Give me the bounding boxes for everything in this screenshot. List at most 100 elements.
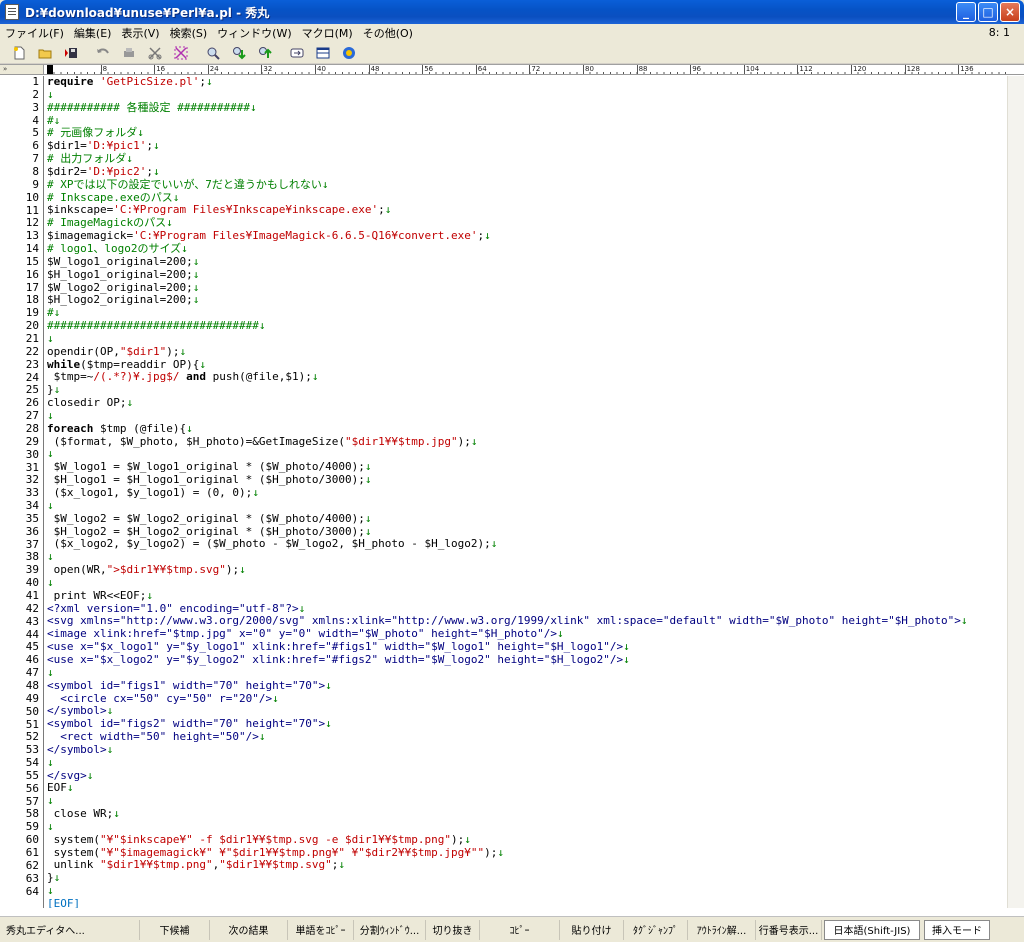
status-tag-jump[interactable]: ﾀｸﾞｼﾞｬﾝﾌﾟ: [624, 919, 688, 940]
status-app[interactable]: 秀丸エディタへ...: [0, 919, 140, 940]
code-token: system(: [47, 832, 100, 846]
find-next-button[interactable]: [254, 43, 276, 63]
code-line[interactable]: ########### 各種設定 ###########↓: [47, 101, 1004, 115]
code-line[interactable]: EOF↓: [47, 781, 1004, 795]
code-token: $inkscape=: [47, 203, 114, 217]
menu-bar: ファイル(F) 編集(E) 表示(V) 検索(S) ウィンドウ(W) マクロ(M…: [0, 24, 1024, 42]
replace-button[interactable]: [286, 43, 308, 63]
status-paste[interactable]: 貼り付け: [560, 919, 624, 940]
title-bar[interactable]: D:¥download¥unuse¥Perl¥a.pl - 秀丸 _ □ ×: [0, 0, 1024, 24]
code-line[interactable]: <rect width="50" height="50"/>↓: [47, 730, 1004, 744]
code-line[interactable]: open(WR,">$dir1¥¥$tmp.svg");↓: [47, 563, 1004, 577]
newline-mark: ↓: [186, 421, 193, 435]
code-token: ($x_logo2, $y_logo2) = ($W_photo - $W_lo…: [47, 537, 491, 551]
code-line[interactable]: }↓: [47, 383, 1004, 397]
code-token: require: [47, 76, 100, 88]
code-line[interactable]: $tmp=~/(.*?)¥.jpg$/ and push(@file,$1);↓: [47, 370, 1004, 384]
status-split-window[interactable]: 分割ｳｨﾝﾄﾞｳ...: [354, 919, 426, 940]
code-line[interactable]: </svg>↓: [47, 769, 1004, 783]
status-cut[interactable]: 切り抜き: [426, 919, 480, 940]
new-file-button[interactable]: [8, 43, 30, 63]
code-line[interactable]: #↓: [47, 114, 1004, 128]
menu-other[interactable]: その他(O): [358, 25, 418, 41]
macro-button[interactable]: [338, 43, 360, 63]
menu-search[interactable]: 検索(S): [165, 25, 213, 41]
ruler-tick: 72: [529, 65, 541, 74]
code-token: open(WR,: [47, 563, 107, 577]
document-icon[interactable]: [5, 4, 19, 20]
menu-edit[interactable]: 編集(E): [69, 25, 117, 41]
status-next-result[interactable]: 次の結果: [210, 919, 288, 940]
code-line[interactable]: ↓: [47, 884, 1004, 898]
copy-button[interactable]: [170, 43, 192, 63]
code-line[interactable]: ($format, $W_photo, $H_photo)=&GetImageS…: [47, 434, 1004, 449]
newline-mark: ↓: [47, 755, 54, 769]
open-button[interactable]: [34, 43, 56, 63]
undo-button[interactable]: [92, 43, 114, 63]
redo-button[interactable]: [118, 43, 140, 63]
minimize-button[interactable]: _: [956, 2, 976, 22]
code-token: 'GetPicSize.pl': [99, 76, 200, 88]
status-next-candidate[interactable]: 下候補: [140, 919, 210, 940]
vertical-scrollbar[interactable]: [1007, 76, 1024, 908]
status-outline[interactable]: ｱｳﾄﾗｲﾝ解...: [688, 919, 756, 940]
code-line[interactable]: </symbol>↓: [47, 743, 1004, 757]
code-line[interactable]: unlink "$dir1¥¥$tmp.png","$dir1¥¥$tmp.sv…: [47, 859, 1004, 872]
maximize-button[interactable]: □: [978, 2, 998, 22]
ruler-scale: 081624324048566472808896104112120128136: [47, 65, 1008, 74]
code-line[interactable]: # 元画像フォルダ↓: [47, 126, 1004, 140]
code-line[interactable]: $H_logo2_original=200;↓: [47, 293, 1004, 307]
menu-macro[interactable]: マクロ(M): [297, 25, 358, 41]
menu-file[interactable]: ファイル(F): [0, 25, 69, 41]
code-line[interactable]: ################################↓: [47, 319, 1004, 333]
menu-window[interactable]: ウィンドウ(W): [212, 25, 296, 41]
code-token: # 元画像フォルダ: [47, 126, 138, 140]
code-line[interactable]: require 'GetPicSize.pl';↓: [47, 76, 1004, 89]
code-line[interactable]: ↓: [47, 576, 1004, 590]
split-window-button[interactable]: [312, 43, 334, 63]
status-copy[interactable]: ｺﾋﾟｰ: [480, 919, 560, 940]
code-line[interactable]: <use x="$x_logo2" y="$y_logo2" xlink:hre…: [47, 653, 1004, 667]
code-token: "$dir1¥¥$tmp.jpg": [345, 434, 458, 448]
column-marker: [47, 65, 53, 74]
code-line[interactable]: $dir1='D:¥pic1';↓: [47, 139, 1004, 153]
code-line[interactable]: ↓: [47, 794, 1004, 808]
editor[interactable]: » 08162432404856647280889610411212012813…: [0, 64, 1024, 916]
code-line[interactable]: ($x_logo1, $y_logo1) = (0, 0);↓: [47, 486, 1004, 500]
code-line[interactable]: # XPでは以下の設定でいいが、7だと違うかもしれない↓: [47, 178, 1004, 192]
code-line[interactable]: close WR;↓: [47, 807, 1004, 821]
newline-mark: ↓: [252, 486, 259, 499]
newline-mark: ↓: [384, 203, 392, 217]
code-line[interactable]: $inkscape='C:¥Program Files¥Inkscape¥ink…: [47, 204, 1004, 217]
code-token: $H_logo1_original=200;: [47, 267, 193, 281]
code-token: # ImageMagickのパス: [47, 216, 167, 230]
code-line[interactable]: closedir OP;↓: [47, 396, 1004, 410]
code-line[interactable]: ↓: [47, 332, 1004, 346]
status-line-numbers[interactable]: 行番号表示...: [756, 919, 822, 940]
code-area[interactable]: require 'GetPicSize.pl';↓ ↓ ########### 各種…: [47, 76, 1004, 908]
find-prev-button[interactable]: [228, 43, 250, 63]
newline-mark: ↓: [152, 139, 160, 153]
cut-button[interactable]: [144, 43, 166, 63]
line-number: 42: [25, 601, 39, 615]
code-line[interactable]: }↓: [47, 871, 1004, 885]
close-button[interactable]: ×: [1000, 2, 1020, 22]
toolbar: [0, 42, 1024, 64]
menu-view[interactable]: 表示(V): [116, 25, 164, 41]
code-line[interactable]: # 出力フォルダ↓: [47, 152, 1004, 166]
line-number: 10: [25, 190, 39, 204]
newline-mark: ↓: [66, 781, 74, 795]
code-line[interactable]: ↓: [47, 755, 1004, 770]
code-line[interactable]: ($x_logo2, $y_logo2) = ($W_photo - $W_lo…: [47, 537, 1004, 551]
status-encoding[interactable]: 日本語(Shift-JIS): [824, 919, 920, 940]
status-insert-mode[interactable]: 挿入モード: [924, 919, 990, 940]
status-copy-word[interactable]: 単語をｺﾋﾟｰ: [288, 919, 354, 940]
code-line[interactable]: <circle cx="50" cy="50" r="20"/>↓: [47, 692, 1004, 706]
code-token: ($tmp=readdir OP){: [80, 357, 200, 371]
code-line[interactable]: $imagemagick='C:¥Program Files¥ImageMagi…: [47, 229, 1004, 243]
save-button[interactable]: [60, 43, 82, 63]
newline-mark: ↓: [470, 434, 478, 448]
line-number-gutter: 1 2 3 4 5 6 7 8 9 10 11 12 13 14 15 16 17 18 19 20 21 22 23 24 2…: [0, 75, 44, 908]
eof-marker[interactable]: [EOF]: [47, 897, 1004, 908]
find-button[interactable]: [202, 43, 224, 63]
